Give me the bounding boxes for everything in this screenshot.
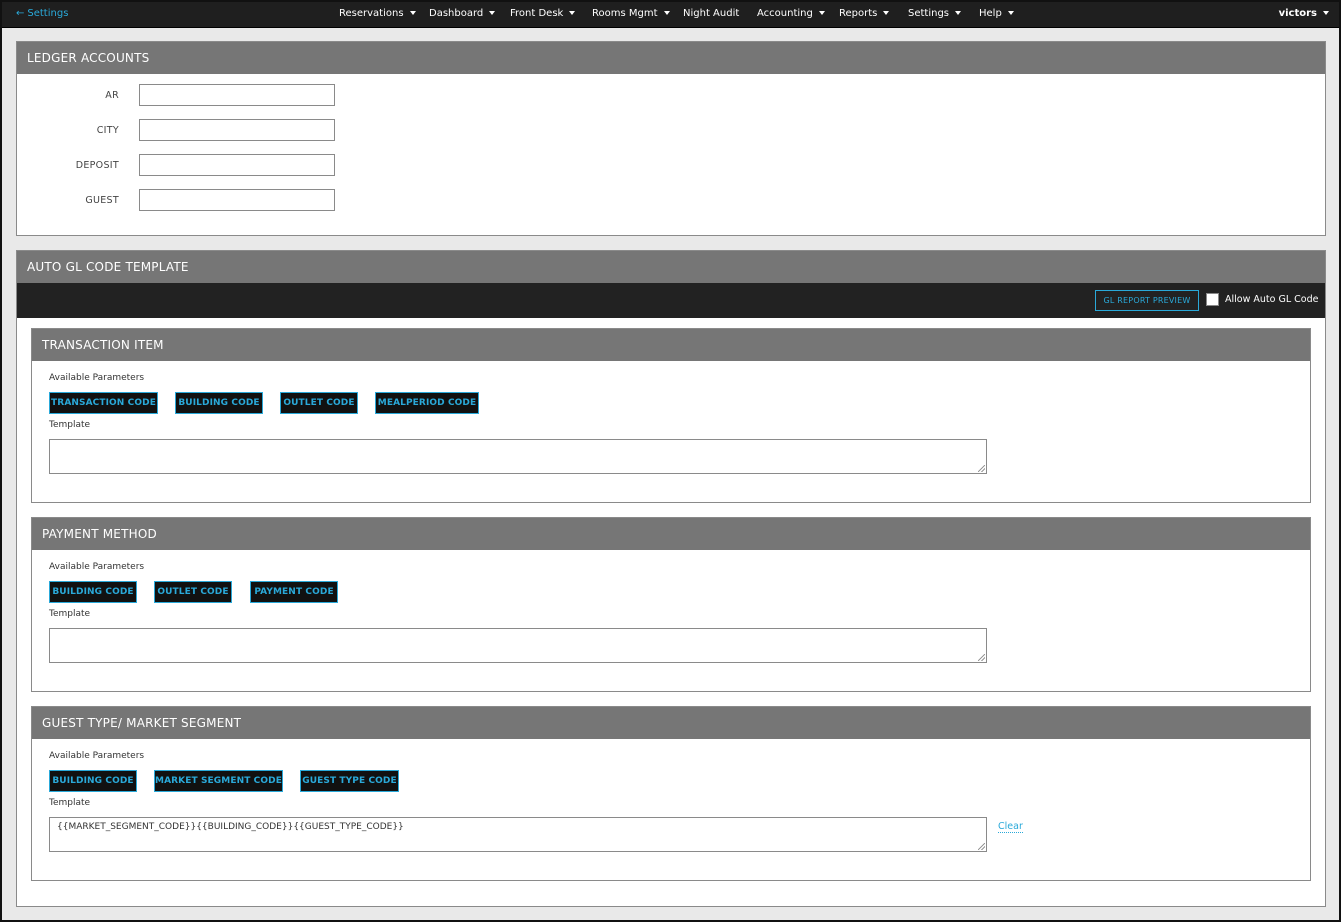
- nav-item-help[interactable]: Help: [979, 8, 1014, 19]
- chevron-down-icon: [818, 11, 825, 15]
- back-link-label: Settings: [27, 8, 69, 19]
- allow-auto-gl-label: Allow Auto GL Code: [1225, 294, 1319, 305]
- chevron-down-icon: [955, 11, 962, 15]
- param-outlet-code-button[interactable]: OUTLET CODE: [154, 581, 232, 603]
- nav-item-front-desk[interactable]: Front Desk: [510, 8, 576, 19]
- deposit-label: DEPOSIT: [75, 160, 119, 171]
- city-input[interactable]: [139, 119, 335, 141]
- gl-report-preview-button[interactable]: GL REPORT PREVIEW: [1095, 290, 1199, 311]
- section-title: GUEST TYPE/ MARKET SEGMENT: [32, 707, 1310, 739]
- nav-item-reports[interactable]: Reports: [839, 8, 890, 19]
- available-parameters-label: Available Parameters: [49, 562, 145, 572]
- ar-label: AR: [105, 90, 119, 101]
- nav-item-label: Reports: [839, 8, 878, 19]
- nav-item-label: Front Desk: [510, 8, 564, 19]
- nav-item-rooms-mgmt[interactable]: Rooms Mgmt: [592, 8, 670, 19]
- chevron-down-icon: [883, 11, 890, 15]
- param-building-code-button[interactable]: BUILDING CODE: [175, 392, 263, 414]
- template-textarea[interactable]: {{MARKET_SEGMENT_CODE}}{{BUILDING_CODE}}…: [49, 817, 987, 852]
- guest-input[interactable]: [139, 189, 335, 211]
- nav-item-settings[interactable]: Settings: [908, 8, 962, 19]
- auto-gl-code-template-panel: AUTO GL CODE TEMPLATE GL REPORT PREVIEW …: [16, 250, 1326, 907]
- nav-item-accounting[interactable]: Accounting: [757, 8, 825, 19]
- template-label: Template: [49, 609, 91, 619]
- resize-grip-icon[interactable]: [978, 465, 985, 472]
- ledger-accounts-panel: LEDGER ACCOUNTS AR CITY DEPOSIT GUEST: [16, 41, 1326, 236]
- chevron-down-icon: [569, 11, 576, 15]
- user-menu[interactable]: victors: [1279, 8, 1329, 19]
- nav-item-label: Night Audit: [683, 8, 740, 19]
- auto-gl-toolbar: GL REPORT PREVIEW Allow Auto GL Code: [17, 283, 1325, 318]
- param-outlet-code-button[interactable]: OUTLET CODE: [280, 392, 358, 414]
- param-transaction-code-button[interactable]: TRANSACTION CODE: [49, 392, 158, 414]
- nav-item-reservations[interactable]: Reservations: [339, 8, 416, 19]
- section-title: PAYMENT METHOD: [32, 518, 1310, 550]
- nav-item-label: Reservations: [339, 8, 404, 19]
- template-textarea[interactable]: [49, 439, 987, 474]
- nav-item-label: Dashboard: [429, 8, 484, 19]
- back-arrow-icon: ←: [16, 8, 25, 19]
- deposit-input[interactable]: [139, 154, 335, 176]
- chevron-down-icon: [489, 11, 496, 15]
- user-name: victors: [1278, 8, 1317, 19]
- resize-grip-icon[interactable]: [978, 654, 985, 661]
- template-label: Template: [49, 798, 91, 808]
- nav-item-label: Help: [979, 8, 1002, 19]
- city-label: CITY: [96, 125, 119, 136]
- guest-label: GUEST: [85, 195, 119, 206]
- clear-template-link[interactable]: Clear: [998, 821, 1023, 833]
- param-building-code-button[interactable]: BUILDING CODE: [49, 770, 137, 792]
- template-textarea[interactable]: [49, 628, 987, 663]
- ledger-accounts-title: LEDGER ACCOUNTS: [17, 42, 1325, 74]
- section-title: TRANSACTION ITEM: [32, 329, 1310, 361]
- param-mealperiod-code-button[interactable]: MEALPERIOD CODE: [375, 392, 479, 414]
- nav-item-label: Rooms Mgmt: [592, 8, 658, 19]
- guest-type-market-segment-section: GUEST TYPE/ MARKET SEGMENT Available Par…: [31, 706, 1311, 881]
- available-parameters-label: Available Parameters: [49, 751, 145, 761]
- chevron-down-icon: [1007, 11, 1014, 15]
- nav-item-night-audit[interactable]: Night Audit: [683, 8, 739, 19]
- chevron-down-icon: [663, 11, 670, 15]
- param-market-segment-code-button[interactable]: MARKET SEGMENT CODE: [154, 770, 283, 792]
- payment-method-section: PAYMENT METHOD Available Parameters BUIL…: [31, 517, 1311, 692]
- back-to-settings-link[interactable]: ← Settings: [16, 8, 68, 19]
- ar-input[interactable]: [139, 84, 335, 106]
- param-guest-type-code-button[interactable]: GUEST TYPE CODE: [300, 770, 399, 792]
- nav-item-label: Settings: [908, 8, 950, 19]
- param-payment-code-button[interactable]: PAYMENT CODE: [250, 581, 338, 603]
- param-building-code-button[interactable]: BUILDING CODE: [49, 581, 137, 603]
- top-navigation-bar: ← Settings Reservations Dashboard Front D…: [0, 0, 1341, 28]
- transaction-item-section: TRANSACTION ITEM Available Parameters TR…: [31, 328, 1311, 503]
- auto-gl-title: AUTO GL CODE TEMPLATE: [17, 251, 1325, 283]
- available-parameters-label: Available Parameters: [49, 373, 145, 383]
- chevron-down-icon: [409, 11, 416, 15]
- chevron-down-icon: [1323, 11, 1329, 15]
- nav-item-dashboard[interactable]: Dashboard: [429, 8, 496, 19]
- nav-item-label: Accounting: [757, 8, 813, 19]
- template-label: Template: [49, 420, 91, 430]
- resize-grip-icon[interactable]: [978, 843, 985, 850]
- allow-auto-gl-checkbox[interactable]: [1206, 293, 1219, 306]
